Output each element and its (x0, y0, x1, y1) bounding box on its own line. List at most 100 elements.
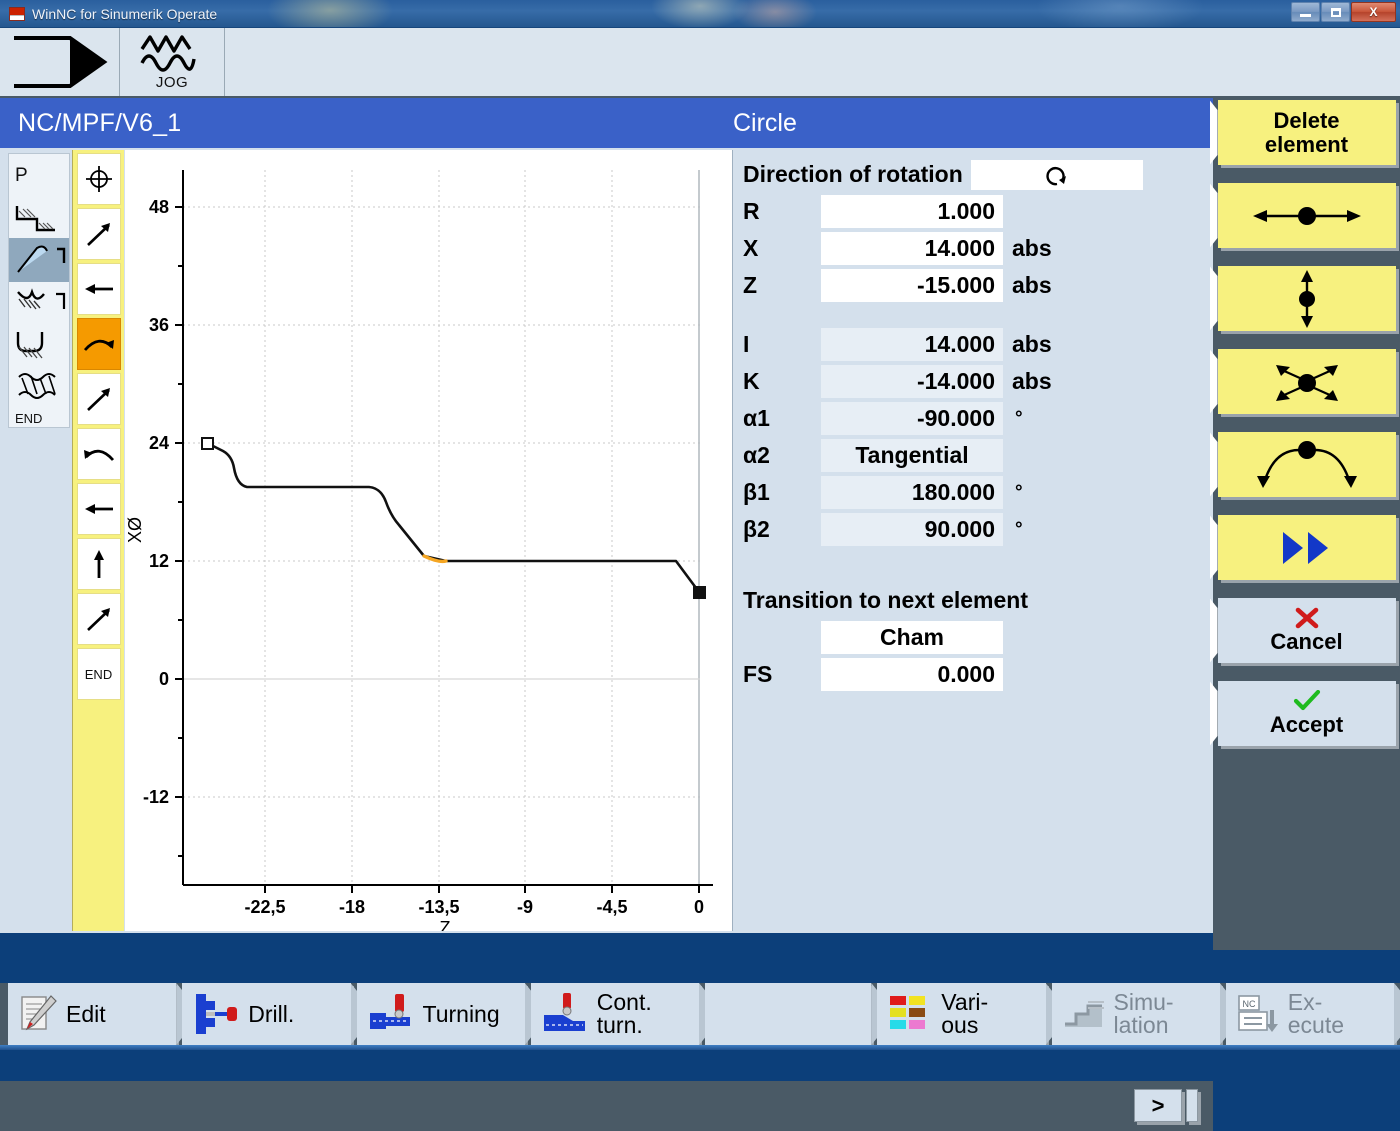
field-value-alpha2[interactable]: Tangential (821, 439, 1003, 472)
more-softkeys-button[interactable]: > (1134, 1089, 1182, 1122)
line-diagonal-up-icon (86, 608, 110, 631)
arrows-horizontal-dot-icon (1249, 202, 1365, 230)
app-icon (9, 6, 25, 21)
softkey-cancel[interactable]: Cancel (1217, 598, 1396, 663)
element-line-diagonal-3[interactable] (76, 593, 121, 645)
hkey-drill[interactable]: Drill. (182, 983, 351, 1045)
selected-arc-path (422, 554, 448, 564)
type-item-end[interactable]: END (9, 406, 69, 430)
minimize-button[interactable] (1291, 2, 1320, 22)
element-line-up[interactable] (76, 538, 121, 590)
field-value-i[interactable]: 14.000 (821, 328, 1003, 361)
field-row-beta2: β2 90.000 ° (743, 511, 1213, 548)
field-unit-z: abs (1012, 272, 1052, 298)
softkey-move-diagonal[interactable] (1217, 349, 1396, 414)
arrows-diagonal-dot-icon (1264, 354, 1350, 410)
field-label-beta1: β1 (743, 479, 770, 505)
field-value-fs[interactable]: 0.000 (821, 658, 1003, 691)
hkey-cont-turn[interactable]: Cont. turn. (530, 983, 699, 1045)
type-item-pole[interactable]: P (9, 154, 69, 198)
groove-icon (16, 332, 44, 359)
element-line-diagonal-1[interactable] (76, 208, 121, 260)
mode-cell[interactable]: JOG (120, 28, 225, 96)
field-value-k[interactable]: -14.000 (821, 365, 1003, 398)
transition-value-row: Cham (743, 619, 1213, 656)
transition-label: Transition to next element (743, 587, 1028, 613)
field-row-alpha2: α2 Tangential (743, 437, 1213, 474)
contour-path (206, 441, 701, 593)
red-x-icon (1294, 607, 1320, 629)
type-item-undercut[interactable] (9, 282, 69, 324)
vertical-softkey-bar: Delete element Cancel Accept (1213, 98, 1400, 950)
field-label-r: R (743, 198, 760, 224)
window-title-bar: WinNC for Sinumerik Operate X (0, 0, 1400, 28)
element-arc-counterclockwise[interactable] (76, 428, 121, 480)
channel-cell[interactable] (0, 28, 120, 96)
taper-blue-icon (17, 245, 66, 273)
softkey-next-page[interactable] (1217, 515, 1396, 580)
element-line-left-1[interactable] (76, 263, 121, 315)
field-value-alpha1[interactable]: -90.000 (821, 402, 1003, 435)
type-item-label: P (15, 165, 28, 186)
element-arc-clockwise[interactable] (76, 318, 121, 370)
type-item-taper[interactable] (9, 238, 69, 282)
hkey-turning[interactable]: Turning (356, 983, 525, 1045)
field-unit-k: abs (1012, 368, 1052, 394)
field-label-alpha1: α1 (743, 405, 770, 431)
xtick-label: -18 (339, 897, 365, 917)
type-item-groove[interactable] (9, 324, 69, 366)
transition-value[interactable]: Cham (821, 621, 1003, 654)
element-line-left-2[interactable] (76, 483, 121, 535)
field-value-beta2[interactable]: 90.000 (821, 513, 1003, 546)
field-value-beta1[interactable]: 180.000 (821, 476, 1003, 509)
line-diagonal-up-icon (86, 223, 110, 246)
edit-pencil-icon (21, 995, 57, 1031)
softkey-move-arc[interactable] (1217, 432, 1396, 497)
drill-icon (196, 994, 238, 1034)
arc-counterclockwise-icon (83, 449, 114, 461)
field-value-z[interactable]: -15.000 (821, 269, 1003, 302)
field-row-i: I 14.000 abs (743, 326, 1213, 363)
circle-parameter-form: Direction of rotation R 1.000 X 14.000 a… (733, 150, 1213, 931)
field-label-i: I (743, 331, 750, 357)
field-label-z: Z (743, 272, 758, 298)
element-line-diagonal-2[interactable] (76, 373, 121, 425)
simulation-icon (1064, 1001, 1104, 1027)
contour-graphic-panel[interactable]: 48 36 24 12 0 -12 XØ -22,5 -18 -13,5 -9 … (125, 150, 733, 931)
field-value-x[interactable]: 14.000 (821, 232, 1003, 265)
transition-title-row: Transition to next element (743, 582, 1213, 619)
field-row-z: Z -15.000 abs (743, 267, 1213, 304)
hkey-label: Ex-ecute (1287, 989, 1345, 1038)
hkey-various[interactable]: Vari-ous (877, 983, 1046, 1045)
field-value-r[interactable]: 1.000 (821, 195, 1003, 228)
horizontal-softkey-bar: Edit Drill. Turning Cont. turn. Vari- ou… (0, 983, 1400, 1050)
form-title: Circle (733, 108, 797, 137)
channel-arrow-icon (13, 36, 107, 88)
form-spacer-1 (743, 304, 1213, 326)
softkey-accept[interactable]: Accept (1217, 681, 1396, 746)
app-title-band: NC/MPF/V6_1 Circle (0, 98, 1213, 148)
close-button[interactable]: X (1351, 2, 1396, 22)
softkey-delete-element[interactable]: Delete element (1217, 100, 1396, 165)
machine-header: JOG (0, 28, 1400, 98)
softkey-move-vertical[interactable] (1217, 266, 1396, 331)
line-up-icon (93, 550, 104, 578)
type-item-step[interactable] (9, 198, 69, 238)
hkey-edit[interactable]: Edit (8, 983, 177, 1045)
cont-turn-icon (543, 993, 585, 1031)
hkey-execute[interactable]: NC Ex-ecute (1225, 983, 1395, 1045)
rotation-value-box[interactable] (970, 159, 1143, 190)
svg-text:NC: NC (1242, 999, 1255, 1009)
xtick-label: -4,5 (596, 897, 627, 917)
hkey-label: Simu-lation (1113, 989, 1174, 1038)
field-unit-i: abs (1012, 331, 1052, 357)
hkey-label: Cont. turn. (596, 989, 652, 1038)
hkey-simulation[interactable]: Simu-lation (1051, 983, 1220, 1045)
softkey-move-horizontal[interactable] (1217, 183, 1396, 248)
element-end[interactable]: END (76, 648, 121, 700)
type-item-thread[interactable] (9, 366, 69, 406)
hkey-blank[interactable] (705, 983, 872, 1045)
maximize-button[interactable] (1321, 2, 1350, 22)
element-start-point[interactable] (76, 153, 121, 205)
hkey-label: Vari-ous (941, 989, 989, 1038)
